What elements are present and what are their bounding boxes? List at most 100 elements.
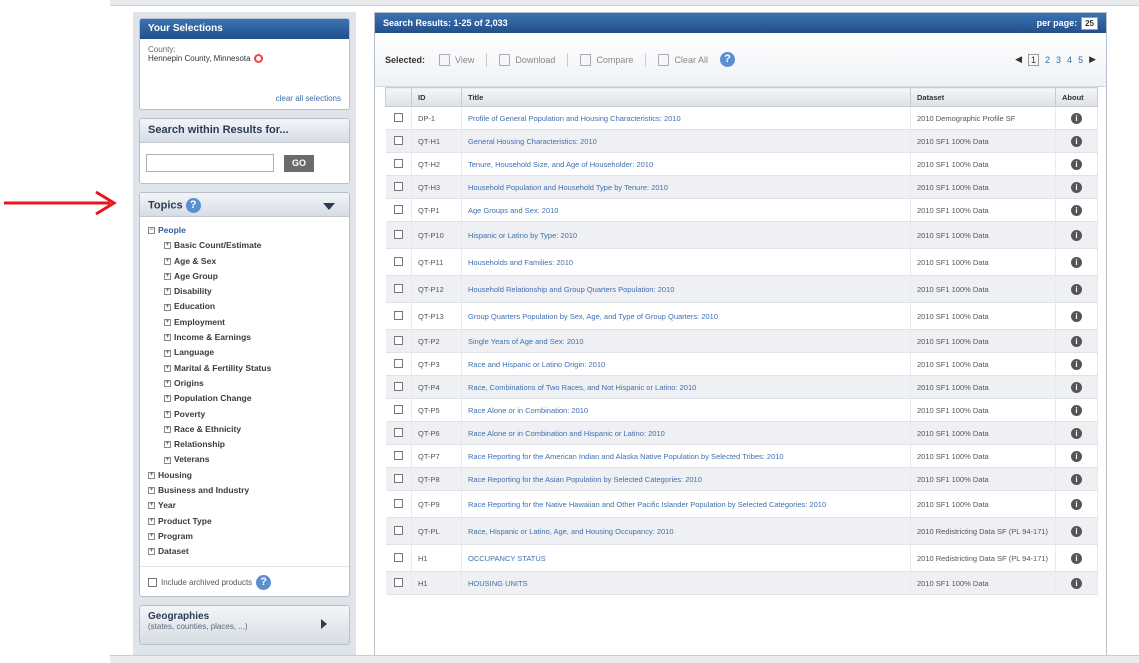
page-link[interactable]: 3 (1056, 55, 1061, 65)
row-title-link[interactable]: Race Alone or in Combination and Hispani… (461, 421, 911, 445)
tree-item[interactable]: + Origins (148, 376, 341, 391)
tree-item[interactable]: + Housing (148, 468, 341, 483)
row-checkbox[interactable] (393, 525, 403, 535)
info-icon[interactable]: i (1071, 335, 1082, 347)
info-icon[interactable]: i (1071, 135, 1082, 147)
expand-icon[interactable]: + (164, 426, 171, 433)
row-checkbox[interactable] (393, 135, 403, 145)
row-title-link[interactable]: Race Reporting for the Asian Population … (461, 467, 911, 491)
expand-icon[interactable]: + (164, 288, 171, 296)
row-title-link[interactable]: Hispanic or Latino by Type: 2010 (461, 221, 911, 249)
row-title-link[interactable]: Race, Combinations of Two Races, and Not… (461, 375, 911, 399)
expand-icon[interactable]: + (164, 441, 171, 449)
expand-icon[interactable]: + (148, 471, 155, 479)
geographies-box[interactable]: Geographies (states, counties, places, .… (139, 604, 350, 645)
row-title-link[interactable]: Household Population and Household Type … (461, 175, 911, 199)
row-title-link[interactable]: Race and Hispanic or Latino Origin: 2010 (461, 352, 911, 376)
search-within-input[interactable] (146, 154, 274, 172)
tree-item-people[interactable]: − People (148, 223, 341, 238)
tree-item[interactable]: + Race & Ethnicity (148, 422, 341, 437)
row-checkbox[interactable] (393, 450, 403, 460)
collapse-arrow-icon[interactable] (323, 203, 335, 210)
go-button[interactable]: GO (284, 154, 314, 172)
row-checkbox[interactable] (393, 577, 403, 587)
info-icon[interactable]: i (1071, 283, 1082, 295)
expand-icon[interactable]: + (148, 487, 155, 495)
row-checkbox[interactable] (393, 427, 403, 437)
tree-item[interactable]: + Business and Industry (148, 483, 341, 498)
row-checkbox[interactable] (393, 552, 403, 562)
page-link[interactable]: 5 (1078, 55, 1083, 65)
clear-all-selections-link[interactable]: clear all selections (276, 94, 341, 103)
column-header-id[interactable]: ID (411, 87, 462, 107)
per-page-select[interactable]: 25 (1081, 16, 1098, 30)
row-checkbox[interactable] (393, 256, 403, 266)
tree-item[interactable]: + Poverty (148, 407, 341, 422)
row-checkbox[interactable] (393, 404, 403, 414)
info-icon[interactable]: i (1071, 427, 1082, 439)
info-icon[interactable]: i (1071, 552, 1082, 564)
expand-icon[interactable]: + (164, 257, 171, 265)
expand-icon[interactable]: + (148, 548, 155, 556)
expand-icon[interactable]: + (164, 303, 171, 311)
info-icon[interactable]: i (1071, 229, 1082, 241)
row-title-link[interactable]: Race Reporting for the Native Hawaiian a… (461, 490, 911, 518)
row-title-link[interactable]: Race, Hispanic or Latino, Age, and Housi… (461, 517, 911, 545)
expand-icon[interactable]: + (164, 410, 171, 418)
next-page-icon[interactable]: ▶ (1089, 54, 1096, 65)
expand-icon[interactable]: + (164, 380, 171, 388)
row-checkbox[interactable] (393, 358, 403, 368)
info-icon[interactable]: i (1071, 204, 1082, 216)
expand-icon[interactable]: + (148, 502, 155, 510)
prev-page-icon[interactable]: ◀ (1015, 54, 1022, 65)
info-icon[interactable]: i (1071, 498, 1082, 510)
row-checkbox[interactable] (393, 204, 403, 214)
expand-icon[interactable]: + (164, 364, 171, 372)
tree-item[interactable]: + Relationship (148, 437, 341, 452)
row-title-link[interactable]: Single Years of Age and Sex: 2010 (461, 329, 911, 353)
tree-item[interactable]: + Language (148, 345, 341, 360)
tree-item[interactable]: + Basic Count/Estimate (148, 238, 341, 253)
row-checkbox[interactable] (393, 229, 403, 239)
download-button[interactable]: Download (499, 53, 555, 66)
tree-item[interactable]: + Employment (148, 315, 341, 330)
row-title-link[interactable]: Group Quarters Population by Sex, Age, a… (461, 302, 911, 330)
tree-item[interactable]: + Dataset (148, 544, 341, 559)
info-icon[interactable]: i (1071, 577, 1082, 589)
expand-arrow-icon[interactable] (321, 618, 327, 629)
row-checkbox[interactable] (393, 498, 403, 508)
row-checkbox[interactable] (393, 310, 403, 320)
row-title-link[interactable]: Age Groups and Sex: 2010 (461, 198, 911, 222)
topics-header[interactable]: Topics ? (140, 193, 349, 217)
row-title-link[interactable]: Race Reporting for the American Indian a… (461, 444, 911, 468)
row-checkbox[interactable] (393, 335, 403, 345)
help-icon[interactable]: ? (256, 574, 272, 590)
view-button[interactable]: View (439, 53, 474, 66)
row-title-link[interactable]: HOUSING UNITS (461, 571, 911, 595)
expand-icon[interactable]: + (164, 318, 171, 326)
expand-icon[interactable]: + (148, 517, 155, 525)
tree-item[interactable]: + Age Group (148, 269, 341, 284)
include-archived-checkbox[interactable] (148, 577, 157, 587)
compare-button[interactable]: Compare (580, 53, 633, 66)
row-title-link[interactable]: Tenure, Household Size, and Age of House… (461, 152, 911, 176)
info-icon[interactable]: i (1071, 450, 1082, 462)
info-icon[interactable]: i (1071, 181, 1082, 193)
column-header-title[interactable]: Title (461, 87, 911, 107)
row-checkbox[interactable] (393, 112, 403, 122)
info-icon[interactable]: i (1071, 525, 1082, 537)
info-icon[interactable]: i (1071, 158, 1082, 170)
expand-icon[interactable]: + (148, 533, 155, 541)
row-title-link[interactable]: OCCUPANCY STATUS (461, 544, 911, 572)
column-header-dataset[interactable]: Dataset (910, 87, 1056, 107)
tree-item[interactable]: + Education (148, 299, 341, 314)
info-icon[interactable]: i (1071, 358, 1082, 370)
info-icon[interactable]: i (1071, 112, 1082, 124)
tree-item[interactable]: + Age & Sex (148, 254, 341, 269)
expand-icon[interactable]: + (164, 334, 171, 342)
expand-icon[interactable]: + (164, 273, 171, 281)
expand-icon[interactable]: + (164, 395, 171, 403)
tree-item[interactable]: + Year (148, 498, 341, 513)
info-icon[interactable]: i (1071, 256, 1082, 268)
collapse-icon[interactable]: − (148, 227, 155, 235)
